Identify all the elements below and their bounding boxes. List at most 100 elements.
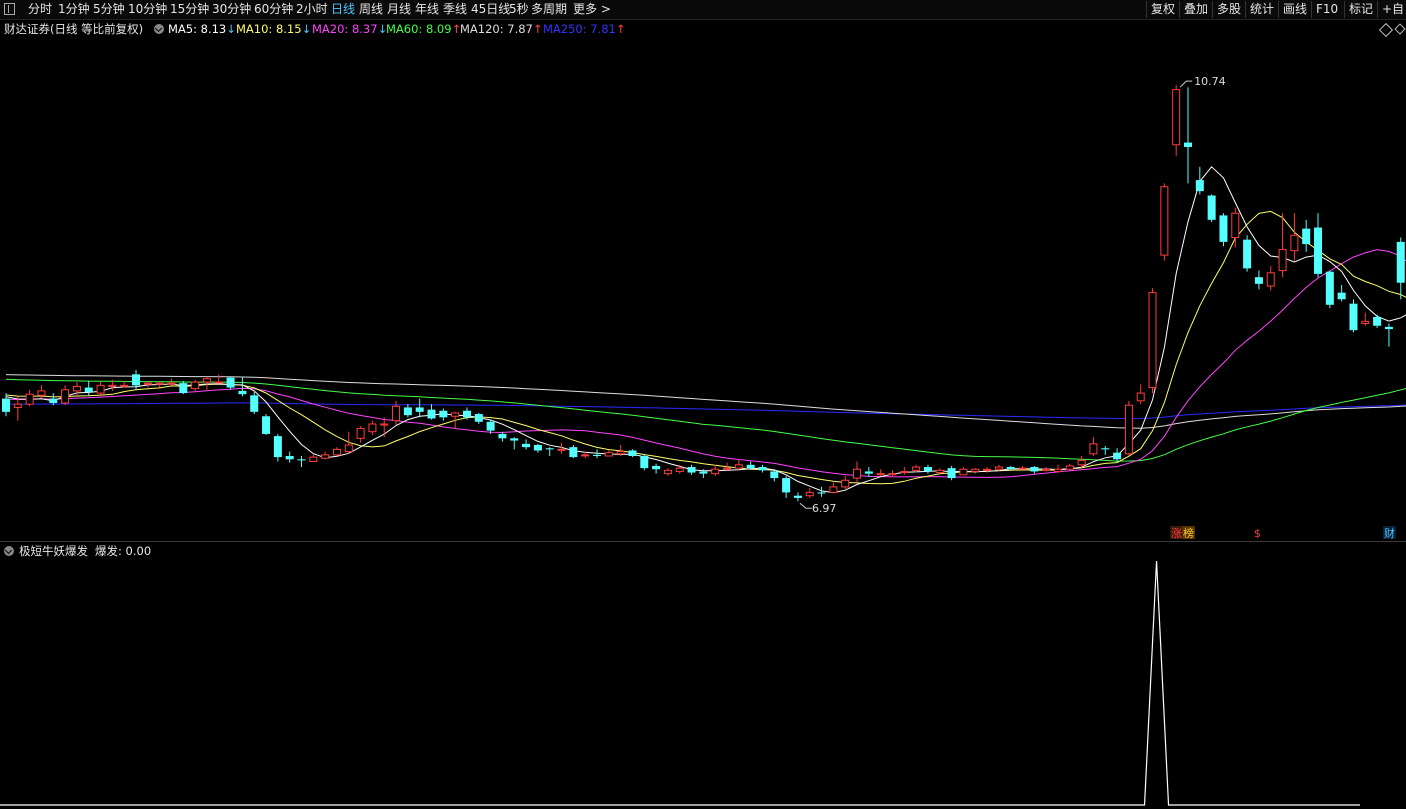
candle-body-up bbox=[829, 486, 838, 493]
candle-body-down bbox=[533, 444, 542, 451]
candle-body-down bbox=[593, 454, 601, 456]
candle-body-down bbox=[1195, 180, 1204, 192]
candle-body-up bbox=[581, 454, 590, 457]
period-tab-13[interactable]: 45日线 bbox=[471, 0, 510, 19]
candle-body-up bbox=[37, 390, 46, 396]
candle-body-up bbox=[912, 466, 921, 471]
candle-body-up bbox=[368, 423, 377, 433]
tool-button-7[interactable]: +自 bbox=[1382, 0, 1404, 19]
candle-body-up bbox=[1290, 234, 1299, 252]
candle-body-down bbox=[1325, 271, 1334, 305]
candle-body-down bbox=[498, 433, 507, 439]
candle-body-up bbox=[604, 452, 613, 457]
candle-body-down bbox=[1219, 215, 1228, 242]
period-tab-5[interactable]: 30分钟 bbox=[212, 0, 251, 19]
candle-body-up bbox=[332, 448, 341, 456]
candle-body-up bbox=[96, 384, 105, 394]
candle-body-down bbox=[1396, 241, 1405, 283]
candle-body-up bbox=[356, 427, 365, 439]
candle-body-up bbox=[25, 393, 34, 405]
high-pointer bbox=[1179, 80, 1193, 88]
candle-body-up bbox=[1065, 465, 1074, 470]
candle-body-up bbox=[711, 468, 720, 475]
period-tab-10[interactable]: 月线 bbox=[387, 0, 411, 19]
candle-body-down bbox=[1349, 303, 1358, 331]
candle-body-up bbox=[663, 469, 672, 475]
candle-body-down bbox=[49, 398, 58, 404]
candle-body-up bbox=[841, 479, 850, 488]
period-tab-4[interactable]: 15分钟 bbox=[170, 0, 209, 19]
candle-body-up bbox=[1148, 292, 1157, 389]
candle-body-down bbox=[238, 390, 247, 395]
candle-body-down bbox=[628, 450, 637, 456]
candle-body-up bbox=[616, 451, 625, 455]
candle-body-up bbox=[108, 384, 117, 387]
tool-button-1[interactable]: 叠加 bbox=[1184, 0, 1208, 19]
candle-body-down bbox=[462, 410, 471, 418]
candle-body-up bbox=[1266, 272, 1275, 287]
period-tab-2[interactable]: 5分钟 bbox=[93, 0, 125, 19]
candle-body-up bbox=[1361, 320, 1370, 325]
period-tab-3[interactable]: 10分钟 bbox=[128, 0, 167, 19]
candle-body-down bbox=[758, 467, 767, 471]
candle-body-down bbox=[403, 407, 412, 416]
period-tab-6[interactable]: 60分钟 bbox=[254, 0, 293, 19]
candle-body-down bbox=[84, 387, 93, 392]
window-layout-icon[interactable] bbox=[4, 3, 15, 15]
ma250-line bbox=[6, 402, 1406, 419]
period-tab-16[interactable]: 更多 > bbox=[573, 0, 611, 19]
candle-body-down bbox=[640, 455, 649, 469]
candle-body-up bbox=[451, 412, 460, 417]
candle-body-up bbox=[13, 403, 22, 408]
candle-body-down bbox=[486, 421, 495, 431]
candle-body-down bbox=[262, 416, 271, 434]
candle-body-up bbox=[1018, 467, 1027, 470]
candle-body-up bbox=[1124, 404, 1133, 455]
low-price-label: 6.97 bbox=[812, 502, 837, 515]
tool-button-3[interactable]: 统计 bbox=[1250, 0, 1274, 19]
event-marker-1: 榜 bbox=[1183, 526, 1194, 540]
period-tab-11[interactable]: 年线 bbox=[415, 0, 439, 19]
candle-body-down bbox=[226, 377, 235, 388]
period-tab-15[interactable]: 多周期 bbox=[531, 0, 567, 19]
period-tab-7[interactable]: 2小时 bbox=[296, 0, 328, 19]
indicator-chart[interactable] bbox=[0, 542, 1406, 809]
candle-body-down bbox=[1207, 195, 1216, 220]
candle-body-up bbox=[853, 468, 862, 479]
period-tab-1[interactable]: 1分钟 bbox=[58, 0, 90, 19]
candle-body-up bbox=[959, 468, 968, 476]
ma5-line bbox=[5, 166, 1406, 494]
toolbar-separator bbox=[1311, 1, 1312, 18]
candle-body-down bbox=[793, 495, 802, 498]
tool-button-4[interactable]: 画线 bbox=[1283, 0, 1307, 19]
period-tab-12[interactable]: 季线 bbox=[443, 0, 467, 19]
tool-button-2[interactable]: 多股 bbox=[1217, 0, 1241, 19]
candle-body-up bbox=[805, 491, 814, 497]
period-tab-8[interactable]: 日线 bbox=[331, 0, 355, 19]
candle-body-down bbox=[817, 492, 826, 494]
candlestick-chart[interactable]: 10.74 6.97 涨榜 $ 财 bbox=[0, 20, 1406, 540]
period-tab-0[interactable]: 分时 bbox=[28, 0, 52, 19]
tool-button-6[interactable]: 标记 bbox=[1349, 0, 1373, 19]
candle-body-down bbox=[1006, 467, 1015, 470]
candle-body-down bbox=[427, 409, 436, 419]
period-tab-14[interactable]: 5秒 bbox=[509, 0, 529, 19]
candle-body-down bbox=[652, 465, 661, 470]
tool-button-5[interactable]: F10 bbox=[1316, 0, 1338, 19]
tool-button-0[interactable]: 复权 bbox=[1151, 0, 1175, 19]
candle-body-up bbox=[191, 381, 200, 390]
candle-body-up bbox=[1053, 468, 1062, 472]
toolbar-separator bbox=[1377, 1, 1378, 18]
event-marker-0: 涨 bbox=[1171, 527, 1182, 540]
candle-body-up bbox=[72, 385, 81, 392]
period-tab-9[interactable]: 周线 bbox=[359, 0, 383, 19]
candle-body-down bbox=[522, 443, 531, 448]
candle-body-up bbox=[61, 389, 70, 404]
candle-body-up bbox=[1042, 468, 1051, 471]
candle-body-down bbox=[285, 455, 294, 460]
candle-body-up bbox=[392, 405, 401, 422]
candle-body-up bbox=[344, 444, 353, 453]
candle-body-up bbox=[675, 467, 684, 472]
candle-body-down bbox=[1302, 228, 1311, 245]
candle-body-down bbox=[179, 383, 188, 394]
